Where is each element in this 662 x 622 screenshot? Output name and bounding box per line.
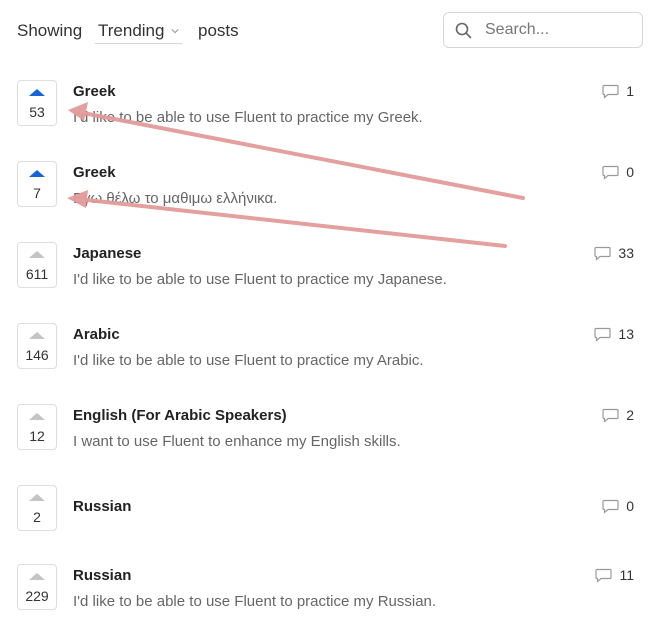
vote-count: 146 — [25, 347, 49, 363]
post-item[interactable]: 229 Russian I'd like to be able to use F… — [0, 564, 662, 622]
vote-count: 7 — [33, 185, 41, 201]
post-description: I'd like to be able to use Fluent to pra… — [73, 271, 447, 288]
posts-toolbar: Showing Trending posts — [0, 0, 662, 60]
search-icon — [455, 22, 472, 38]
comment-count[interactable]: 2 — [602, 407, 634, 423]
comment-count-value: 0 — [626, 498, 634, 514]
upvote-arrow-icon — [29, 89, 45, 96]
comment-icon — [594, 327, 612, 342]
vote-count: 229 — [25, 588, 49, 604]
comment-count[interactable]: 13 — [594, 326, 634, 342]
comment-count[interactable]: 33 — [594, 245, 634, 261]
post-description: I want to use Fluent to enhance my Engli… — [73, 433, 401, 450]
comment-count[interactable]: 1 — [602, 83, 634, 99]
post-title[interactable]: Greek — [73, 83, 116, 100]
upvote-button[interactable]: 229 — [17, 564, 57, 610]
comment-icon — [602, 84, 619, 99]
comment-count[interactable]: 0 — [602, 164, 634, 180]
upvote-button[interactable]: 7 — [17, 161, 57, 207]
post-item[interactable]: 7 Greek Εγω θέλω το μαθιμω ελλήνικα. 0 — [0, 161, 662, 231]
upvote-button[interactable]: 53 — [17, 80, 57, 126]
comment-count[interactable]: 11 — [595, 567, 634, 583]
post-title[interactable]: Arabic — [73, 326, 120, 343]
upvote-arrow-icon — [29, 494, 45, 501]
upvote-arrow-icon — [29, 573, 45, 580]
post-item[interactable]: 12 English (For Arabic Speakers) I want … — [0, 404, 662, 474]
post-title[interactable]: Russian — [73, 567, 131, 584]
post-title[interactable]: Japanese — [73, 245, 141, 262]
feedback-board: Showing Trending posts 53 Greek I'd like… — [0, 0, 662, 622]
post-item[interactable]: 146 Arabic I'd like to be able to use Fl… — [0, 323, 662, 393]
comment-count-value: 33 — [618, 245, 634, 261]
post-item[interactable]: 53 Greek I'd like to be able to use Flue… — [0, 80, 662, 150]
search-box[interactable] — [443, 12, 643, 48]
post-title[interactable]: Greek — [73, 164, 116, 181]
comment-count-value: 1 — [626, 83, 634, 99]
posts-label: posts — [198, 21, 239, 40]
comment-icon — [595, 568, 613, 583]
post-description: I'd like to be able to use Fluent to pra… — [73, 593, 437, 610]
post-item[interactable]: 611 Japanese I'd like to be able to use … — [0, 242, 662, 312]
upvote-button[interactable]: 2 — [17, 485, 57, 531]
vote-count: 53 — [29, 104, 45, 120]
post-title[interactable]: Russian — [73, 498, 131, 515]
upvote-arrow-icon — [29, 251, 45, 258]
comment-icon — [594, 246, 612, 261]
post-title[interactable]: English (For Arabic Speakers) — [73, 407, 287, 424]
upvote-button[interactable]: 12 — [17, 404, 57, 450]
post-description: I'd like to be able to use Fluent to pra… — [73, 352, 424, 369]
vote-count: 2 — [33, 509, 41, 525]
upvote-arrow-icon — [29, 332, 45, 339]
sort-dropdown[interactable]: Trending — [95, 18, 183, 44]
comment-count-value: 0 — [626, 164, 634, 180]
comment-count-value: 2 — [626, 407, 634, 423]
comment-icon — [602, 408, 619, 423]
upvote-arrow-icon — [29, 413, 45, 420]
vote-count: 611 — [25, 266, 49, 282]
chevron-down-icon — [171, 28, 180, 33]
comment-icon — [602, 165, 619, 180]
comment-count-value: 11 — [619, 567, 634, 583]
comment-count-value: 13 — [618, 326, 634, 342]
post-description: Εγω θέλω το μαθιμω ελλήνικα. — [73, 190, 278, 207]
showing-label: Showing — [17, 21, 83, 40]
post-description: I'd like to be able to use Fluent to pra… — [73, 109, 423, 126]
comment-icon — [602, 499, 619, 514]
upvote-button[interactable]: 146 — [17, 323, 57, 369]
search-input[interactable] — [483, 20, 637, 40]
upvote-button[interactable]: 611 — [17, 242, 57, 288]
post-item[interactable]: 2 Russian 0 — [0, 485, 662, 555]
upvote-arrow-icon — [29, 170, 45, 177]
comment-count[interactable]: 0 — [602, 498, 634, 514]
vote-count: 12 — [29, 428, 45, 444]
sort-value: Trending — [98, 20, 165, 40]
